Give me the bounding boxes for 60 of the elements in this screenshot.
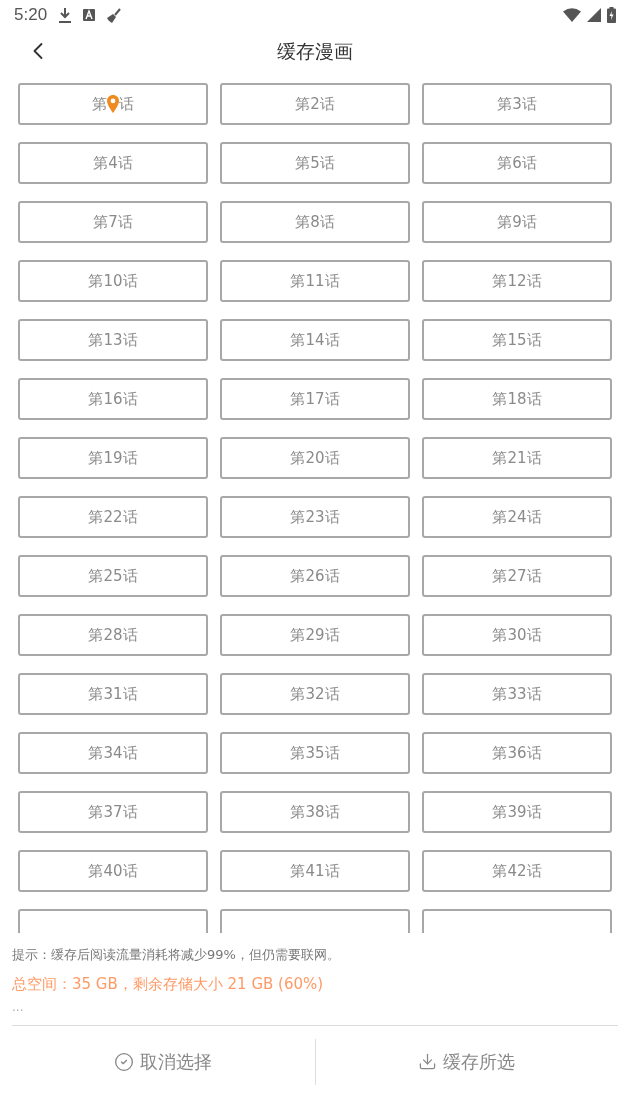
chapter-button[interactable]: 第36话 (422, 732, 612, 774)
chapter-button[interactable]: 第35话 (220, 732, 410, 774)
chapter-button[interactable]: 第2话 (220, 83, 410, 125)
chapter-button[interactable]: 第24话 (422, 496, 612, 538)
chapter-button[interactable]: 第13话 (18, 319, 208, 361)
chapter-button[interactable]: 第18话 (422, 378, 612, 420)
storage-text: 总空间：35 GB，剩余存储大小 21 GB (60%) (12, 973, 325, 995)
chapter-button[interactable]: 第11话 (220, 260, 410, 302)
check-circle-icon (114, 1051, 135, 1072)
broom-icon (107, 7, 122, 23)
chapter-button[interactable]: 第41话 (220, 850, 410, 892)
app-icon (83, 9, 96, 21)
chapter-button[interactable]: 第3话 (422, 83, 612, 125)
download-icon (418, 1052, 438, 1071)
action-button[interactable]: 取消选择 (12, 1038, 315, 1085)
chapter-button[interactable]: 第19话 (18, 437, 208, 479)
chapter-label: 第 (92, 93, 107, 115)
chapter-button[interactable]: 第38话 (220, 791, 410, 833)
chapter-button[interactable]: 第32话 (220, 673, 410, 715)
chapter-button[interactable]: 第29话 (220, 614, 410, 656)
chapter-button[interactable]: 第16话 (18, 378, 208, 420)
chapter-button[interactable]: 第9话 (422, 201, 612, 243)
chapter-button[interactable]: 第12话 (422, 260, 612, 302)
chapter-label: 话 (119, 93, 134, 115)
wifi-icon (563, 8, 581, 22)
battery-icon (607, 7, 616, 23)
chapter-button[interactable]: 第10话 (18, 260, 208, 302)
chapter-button[interactable]: 第39话 (422, 791, 612, 833)
chapter-button[interactable]: 第14话 (220, 319, 410, 361)
chapter-button[interactable]: 第33话 (422, 673, 612, 715)
chapter-button[interactable]: 第40话 (18, 850, 208, 892)
chapter-button[interactable]: 第6话 (422, 142, 612, 184)
chapter-button[interactable]: 第42话 (422, 850, 612, 892)
location-pin-icon (107, 95, 119, 113)
status-time: 5:20 (14, 4, 48, 27)
hint-text: 提示：缓存后阅读流量消耗将减少99%，但仍需要联网。 (12, 946, 341, 964)
chapter-button[interactable]: 第22话 (18, 496, 208, 538)
chapter-button[interactable]: 第34话 (18, 732, 208, 774)
chapter-button[interactable]: 第23话 (220, 496, 410, 538)
action-button[interactable]: 缓存所选 (315, 1038, 618, 1085)
chapter-button[interactable]: 第5话 (220, 142, 410, 184)
chapter-button[interactable]: 第27话 (422, 555, 612, 597)
chapter-button[interactable]: 第31话 (18, 673, 208, 715)
chapter-button[interactable]: 第 话 (18, 83, 208, 125)
download-icon (59, 7, 72, 23)
chapter-button[interactable]: 第37话 (18, 791, 208, 833)
signal-icon (587, 8, 601, 22)
page-title: 缓存漫画 (277, 38, 353, 64)
chapter-button[interactable]: 第28话 (18, 614, 208, 656)
chapter-button[interactable]: 第17话 (220, 378, 410, 420)
chapter-button[interactable]: 第21话 (422, 437, 612, 479)
chapter-button[interactable]: 第25话 (18, 555, 208, 597)
chapter-button[interactable]: 第26话 (220, 555, 410, 597)
chapter-button[interactable]: 第30话 (422, 614, 612, 656)
chapter-button[interactable]: 第7话 (18, 201, 208, 243)
chapter-button[interactable]: 第15话 (422, 319, 612, 361)
chapter-button[interactable]: 第8话 (220, 201, 410, 243)
chapter-button[interactable]: 第4话 (18, 142, 208, 184)
chapter-button[interactable]: 第20话 (220, 437, 410, 479)
more-text: ... (12, 1001, 25, 1013)
